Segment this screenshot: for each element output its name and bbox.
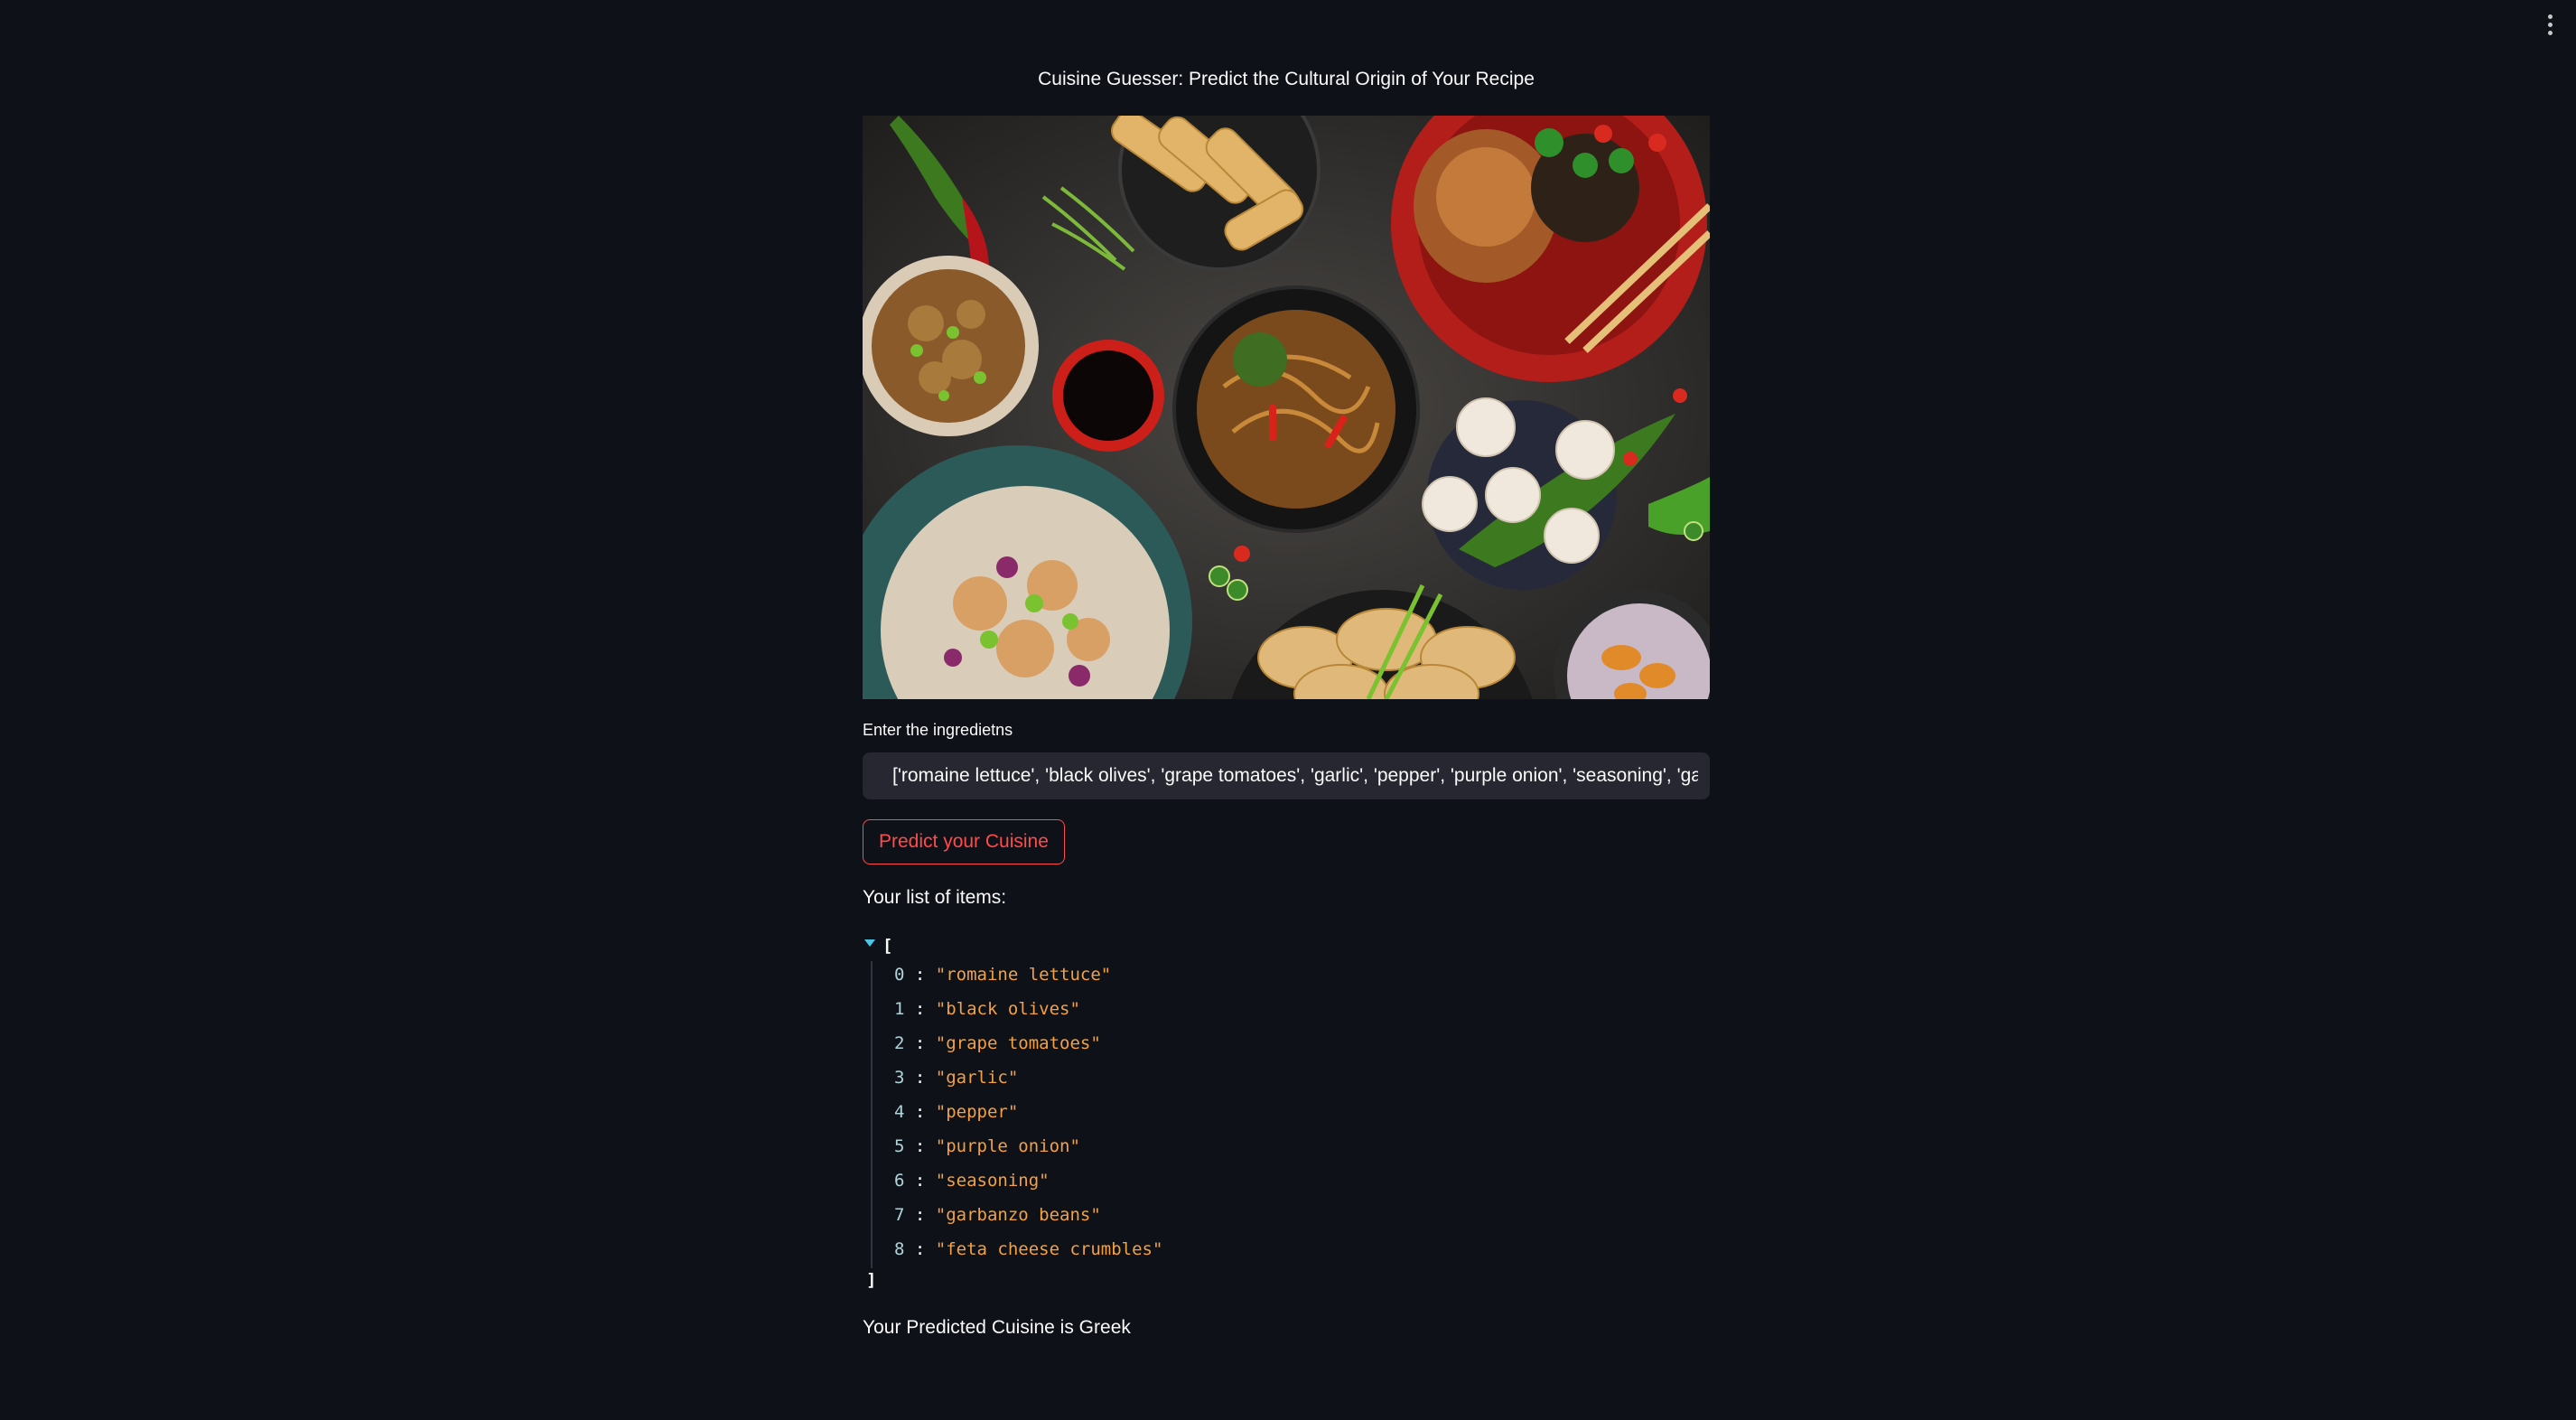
food-photo-illustration — [863, 116, 1710, 699]
predicted-cuisine-result: Your Predicted Cuisine is Greek — [863, 1317, 1131, 1338]
more-vertical-icon — [2547, 14, 2553, 19]
json-item-value: "feta cheese crumbles" — [935, 1239, 1163, 1259]
main-menu-button[interactable] — [2536, 9, 2563, 40]
json-item-index: 0 — [894, 965, 905, 985]
json-item-index: 8 — [894, 1239, 905, 1259]
json-item-value: "garbanzo beans" — [935, 1205, 1101, 1225]
json-item-index: 3 — [894, 1068, 905, 1088]
json-viewer: [ 0 : "romaine lettuce" 1 : "black olive… — [863, 934, 1710, 1295]
json-open-bracket: [ — [882, 936, 893, 956]
hero-food-image — [863, 116, 1710, 699]
json-indent-guide — [871, 961, 873, 1268]
predict-cuisine-button[interactable]: Predict your Cuisine — [863, 819, 1065, 864]
json-list-item: 5 : "purple onion" — [894, 1136, 1080, 1156]
json-item-value: "romaine lettuce" — [935, 965, 1112, 985]
json-item-index: 1 — [894, 999, 905, 1019]
json-list-item: 2 : "grape tomatoes" — [894, 1033, 1101, 1053]
json-list-item: 4 : "pepper" — [894, 1102, 1019, 1122]
ingredients-input[interactable] — [863, 752, 1710, 799]
json-item-value: "garlic" — [935, 1068, 1019, 1088]
json-item-index: 5 — [894, 1136, 905, 1156]
json-list-item: 8 : "feta cheese crumbles" — [894, 1239, 1163, 1259]
collapse-triangle-icon[interactable] — [864, 939, 875, 947]
json-item-value: "pepper" — [935, 1102, 1019, 1122]
items-list-heading: Your list of items: — [863, 887, 1007, 908]
json-item-index: 4 — [894, 1102, 905, 1122]
json-list-item: 3 : "garlic" — [894, 1068, 1019, 1088]
ingredients-input-label: Enter the ingredietns — [863, 721, 1013, 739]
page-title: Cuisine Guesser: Predict the Cultural Or… — [1038, 69, 1535, 89]
json-item-value: "purple onion" — [935, 1136, 1080, 1156]
json-item-value: "black olives" — [935, 999, 1080, 1019]
json-item-value: "grape tomatoes" — [935, 1033, 1101, 1053]
json-list-item: 1 : "black olives" — [894, 999, 1080, 1019]
json-list-item: 7 : "garbanzo beans" — [894, 1205, 1101, 1225]
json-item-value: "seasoning" — [935, 1171, 1050, 1191]
json-close-bracket: ] — [866, 1270, 877, 1290]
json-item-index: 6 — [894, 1171, 905, 1191]
json-list-item: 6 : "seasoning" — [894, 1171, 1050, 1191]
json-item-index: 7 — [894, 1205, 905, 1225]
json-list-item: 0 : "romaine lettuce" — [894, 965, 1112, 985]
json-item-index: 2 — [894, 1033, 905, 1053]
